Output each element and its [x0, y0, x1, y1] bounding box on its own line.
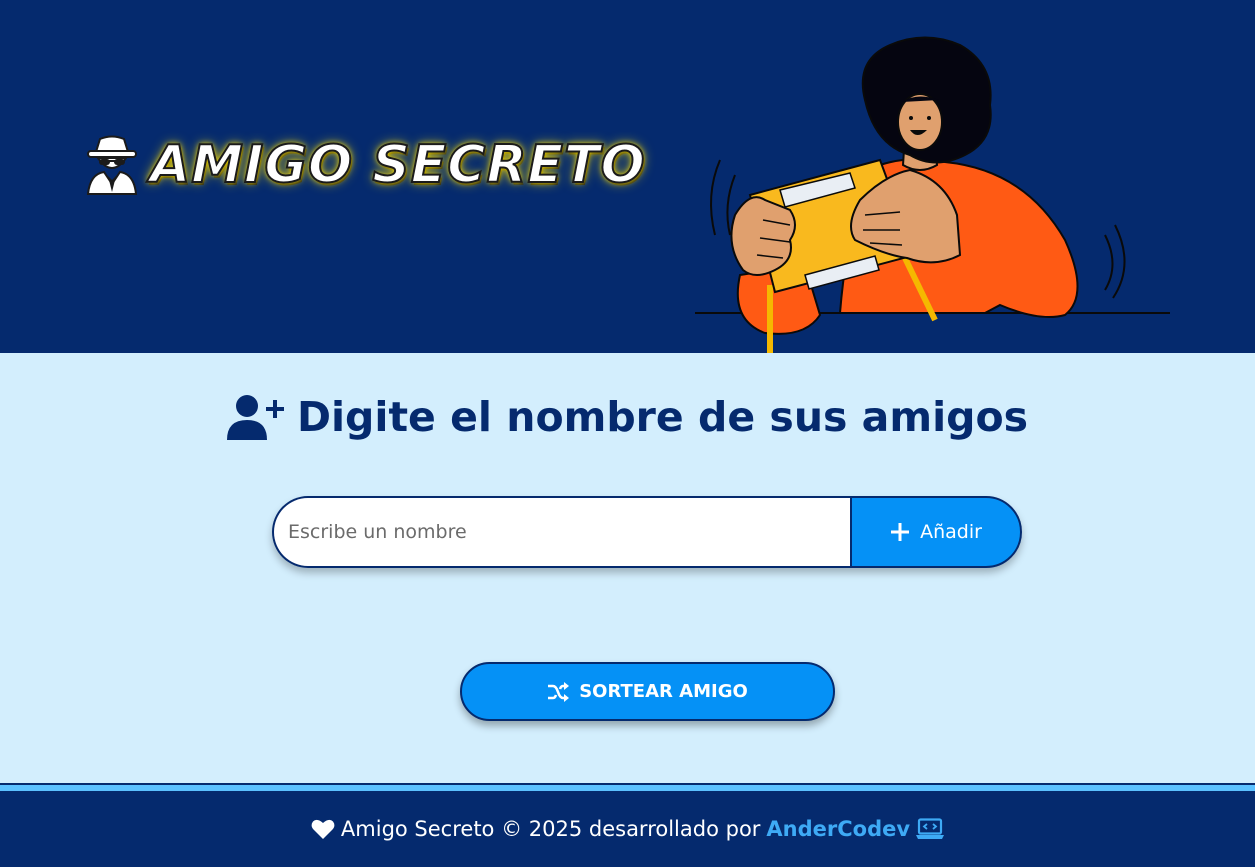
- friend-name-input[interactable]: [272, 496, 850, 568]
- add-user-icon: [226, 395, 284, 440]
- add-friend-form: Añadir: [272, 496, 1022, 568]
- add-button[interactable]: Añadir: [850, 496, 1022, 568]
- laptop-code-icon: [916, 818, 945, 839]
- footer: Amigo Secreto © 2025 desarrollado por An…: [0, 791, 1255, 867]
- main-heading: Digite el nombre de sus amigos: [0, 392, 1255, 442]
- draw-button-label: SORTEAR AMIGO: [579, 681, 748, 702]
- person-holding-gift-box-illustration: [695, 36, 1170, 353]
- add-button-label: Añadir: [920, 521, 982, 543]
- author-link[interactable]: AnderCodev: [766, 817, 910, 841]
- title-group: AMIGO SECRETO: [84, 134, 646, 196]
- header-banner: AMIGO SECRETO: [0, 0, 1255, 353]
- shuffle-icon: [548, 681, 570, 702]
- footer-divider: [0, 783, 1255, 791]
- section-heading: Digite el nombre de sus amigos: [296, 393, 1029, 441]
- draw-friend-button[interactable]: SORTEAR AMIGO: [460, 662, 835, 721]
- heart-icon: [311, 819, 335, 839]
- footer-text: Amigo Secreto © 2025 desarrollado por: [340, 817, 761, 841]
- plus-icon: [891, 523, 910, 541]
- page-title: AMIGO SECRETO: [149, 134, 646, 196]
- spy-icon: [86, 135, 138, 195]
